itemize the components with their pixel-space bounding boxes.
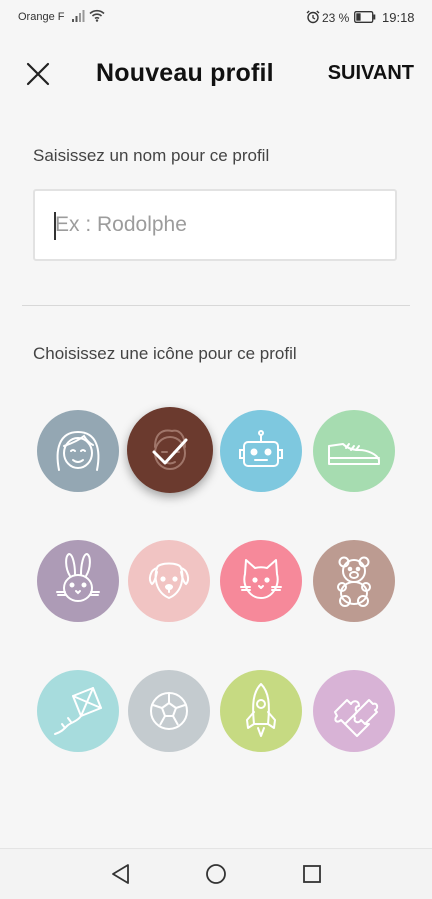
rabbit-icon — [56, 552, 100, 602]
profile-icon-sneaker[interactable] — [313, 410, 395, 492]
profile-icon-girl[interactable] — [37, 410, 119, 492]
girl-icon — [56, 430, 100, 471]
status-bar: Orange F 23 % 19:18 — [0, 0, 432, 34]
boy-icon — [152, 429, 188, 470]
sneaker-icon — [328, 443, 380, 465]
battery-percent: 23 % — [322, 11, 350, 25]
profile-icon-puzzle[interactable] — [313, 670, 395, 752]
soccer-ball-icon — [150, 692, 188, 730]
profile-icon-soccer-ball[interactable] — [128, 670, 210, 752]
profile-icon-boy[interactable] — [127, 407, 213, 493]
profile-icon-robot[interactable] — [220, 410, 302, 492]
app-bar: Nouveau profil SUIVANT — [0, 48, 432, 98]
carrier-name: Orange F — [18, 11, 65, 23]
nav-back-button[interactable] — [108, 861, 134, 887]
battery-icon — [354, 11, 376, 26]
rocket-icon — [246, 683, 276, 737]
alarm-icon — [306, 10, 320, 27]
close-icon — [26, 62, 50, 86]
section-divider — [22, 305, 410, 306]
system-nav-bar — [0, 848, 432, 899]
puzzle-icon — [334, 699, 379, 737]
name-field-label: Saisissez un nom pour ce profil — [33, 146, 270, 165]
icon-grid — [0, 0, 432, 898]
robot-icon — [239, 430, 283, 467]
nav-home-button[interactable] — [203, 861, 229, 887]
page-title: Nouveau profil — [96, 59, 274, 87]
profile-icon-teddy-bear[interactable] — [313, 540, 395, 622]
clock-time: 19:18 — [382, 10, 415, 25]
close-button[interactable] — [22, 58, 54, 90]
profile-icon-dog[interactable] — [128, 540, 210, 622]
back-triangle-icon — [112, 864, 129, 884]
teddy-bear-icon — [337, 556, 371, 607]
next-button[interactable]: SUIVANT — [328, 62, 414, 85]
profile-name-input[interactable] — [33, 189, 397, 261]
profile-icon-rabbit[interactable] — [37, 540, 119, 622]
cat-icon — [240, 559, 282, 599]
profile-icon-kite[interactable] — [37, 670, 119, 752]
wifi-icon — [89, 9, 105, 25]
signal-icon — [72, 10, 86, 25]
text-cursor — [54, 212, 56, 240]
kite-icon — [54, 687, 102, 735]
nav-recents-button[interactable] — [299, 861, 325, 887]
home-circle-icon — [206, 864, 226, 884]
icon-picker-label: Choisissez une icône pour ce profil — [33, 344, 297, 363]
dog-icon — [148, 562, 190, 600]
profile-icon-rocket[interactable] — [220, 670, 302, 752]
recents-square-icon — [303, 865, 321, 883]
profile-icon-cat[interactable] — [220, 540, 302, 622]
